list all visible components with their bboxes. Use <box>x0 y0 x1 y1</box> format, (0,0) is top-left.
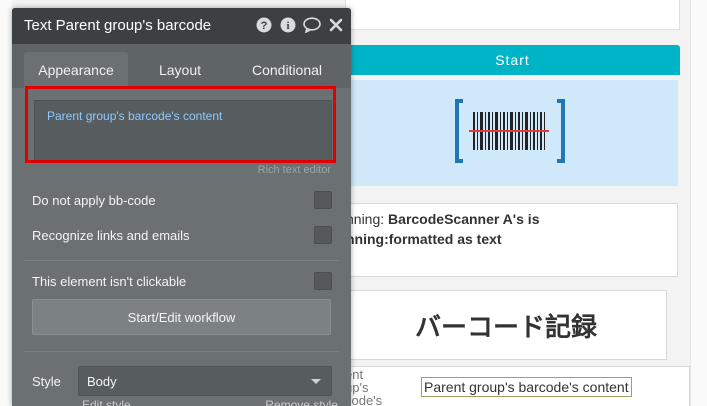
barcode-icon <box>455 99 565 163</box>
canvas-top-card <box>345 0 680 30</box>
section-divider <box>24 260 339 261</box>
style-dropdown[interactable]: Body <box>78 366 332 396</box>
property-editor-panel: Text Parent group's barcode ? i Appearan… <box>12 8 351 406</box>
left-gutter <box>0 0 12 406</box>
panel-header[interactable]: Text Parent group's barcode ? i <box>12 8 351 44</box>
option-no-bbcode: Do not apply bb-code <box>32 188 332 212</box>
edit-style-link[interactable]: Edit style <box>82 398 131 406</box>
style-dropdown-value: Body <box>87 373 117 389</box>
tab-appearance[interactable]: Appearance <box>24 52 128 88</box>
option-not-clickable: This element isn't clickable <box>32 269 332 293</box>
rich-text-editor[interactable]: Parent group's barcode's content <box>34 100 332 162</box>
scanner-text-prefix: nning: <box>346 211 389 227</box>
option-recognize-links-label: Recognize links and emails <box>32 227 190 243</box>
cell-text-fragment: ent up's code's <box>345 367 383 406</box>
heading-text-element[interactable]: バーコード記録 <box>345 290 667 360</box>
info-icon[interactable]: i <box>279 16 297 34</box>
dynamic-expression[interactable]: Parent group's barcode's content <box>47 109 222 123</box>
svg-text:i: i <box>286 20 289 32</box>
start-edit-workflow-button[interactable]: Start/Edit workflow <box>32 299 331 335</box>
recognize-links-checkbox[interactable] <box>314 226 332 244</box>
scanner-text-bold-1: BarcodeScanner A's is <box>388 211 540 227</box>
close-icon[interactable] <box>327 16 345 34</box>
right-gutter <box>690 0 707 406</box>
scanner-text-line-2: nning:formatted as text <box>346 229 677 249</box>
panel-tabs: Appearance Layout Conditional <box>12 52 351 88</box>
tab-layout-label: Layout <box>158 62 202 78</box>
option-recognize-links: Recognize links and emails <box>32 223 332 247</box>
start-bar[interactable]: Start <box>345 45 680 75</box>
tab-layout[interactable]: Layout <box>142 52 218 88</box>
scanner-text-bold-2: nning:formatted as text <box>346 231 502 247</box>
tab-conditional[interactable]: Conditional <box>232 52 342 88</box>
header-icons: ? i <box>255 16 345 34</box>
appearance-content: Parent group's barcode's content Rich te… <box>12 88 351 406</box>
help-icon[interactable]: ? <box>255 16 273 34</box>
rich-text-caption: Rich text editor <box>257 164 331 176</box>
barcode-scanner-element[interactable] <box>345 80 678 186</box>
style-links: Edit style Remove style <box>82 398 338 406</box>
chevron-down-icon <box>311 379 321 384</box>
section-divider <box>24 351 339 352</box>
start-edit-workflow-label: Start/Edit workflow <box>127 309 236 325</box>
panel-title: Text Parent group's barcode <box>24 17 212 34</box>
option-no-bbcode-label: Do not apply bb-code <box>32 192 156 208</box>
comment-icon[interactable] <box>303 16 321 34</box>
option-not-clickable-label: This element isn't clickable <box>32 273 187 289</box>
tab-appearance-label: Appearance <box>38 62 114 78</box>
not-clickable-checkbox[interactable] <box>314 272 332 290</box>
start-label: Start <box>495 52 530 68</box>
heading-text: バーコード記録 <box>414 311 597 342</box>
svg-text:?: ? <box>261 20 268 32</box>
tab-conditional-label: Conditional <box>251 62 323 78</box>
no-bbcode-checkbox[interactable] <box>314 191 332 209</box>
scanner-result-text[interactable]: nning: BarcodeScanner A's is nning:forma… <box>345 203 678 277</box>
style-label: Style <box>32 374 61 389</box>
selected-text-element[interactable]: Parent group's barcode's content <box>421 377 632 397</box>
scanner-text-line-1: nning: BarcodeScanner A's is <box>346 209 677 229</box>
remove-style-link[interactable]: Remove style <box>265 398 338 406</box>
